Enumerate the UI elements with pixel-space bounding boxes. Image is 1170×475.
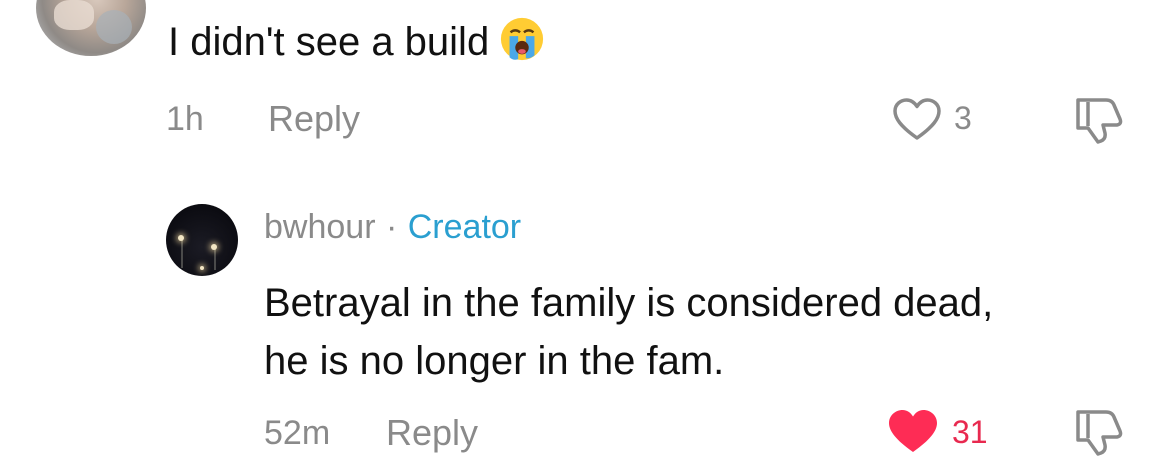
commenter-avatar[interactable] bbox=[36, 0, 146, 56]
reply-button-2[interactable]: Reply bbox=[386, 412, 478, 454]
reply-header: bwhour · Creator bbox=[264, 208, 521, 247]
reply-button[interactable]: Reply bbox=[268, 98, 360, 140]
reply-timestamp: 52m bbox=[264, 414, 331, 452]
comment-text-content: I didn't see a build bbox=[168, 20, 490, 64]
reply-text-line-2: he is no longer in the fam. bbox=[264, 339, 725, 383]
like-count: 3 bbox=[954, 100, 972, 136]
comment-text: I didn't see a build bbox=[168, 16, 545, 66]
dislike-icon[interactable] bbox=[1070, 96, 1126, 144]
like-heart-icon[interactable] bbox=[892, 98, 942, 142]
username-link[interactable]: bwhour bbox=[264, 208, 376, 246]
loudly-crying-face-icon bbox=[501, 17, 544, 61]
reply-text: Betrayal in the family is considered dea… bbox=[264, 274, 993, 390]
reply-text-line-1: Betrayal in the family is considered dea… bbox=[264, 281, 994, 325]
liked-heart-icon[interactable] bbox=[888, 410, 938, 454]
comment-timestamp: 1h bbox=[166, 100, 204, 138]
creator-badge: Creator bbox=[407, 208, 522, 246]
separator-dot: · bbox=[385, 208, 398, 246]
reply-like-count: 31 bbox=[952, 414, 988, 450]
dislike-icon-2[interactable] bbox=[1070, 408, 1126, 456]
creator-avatar[interactable] bbox=[166, 204, 238, 276]
